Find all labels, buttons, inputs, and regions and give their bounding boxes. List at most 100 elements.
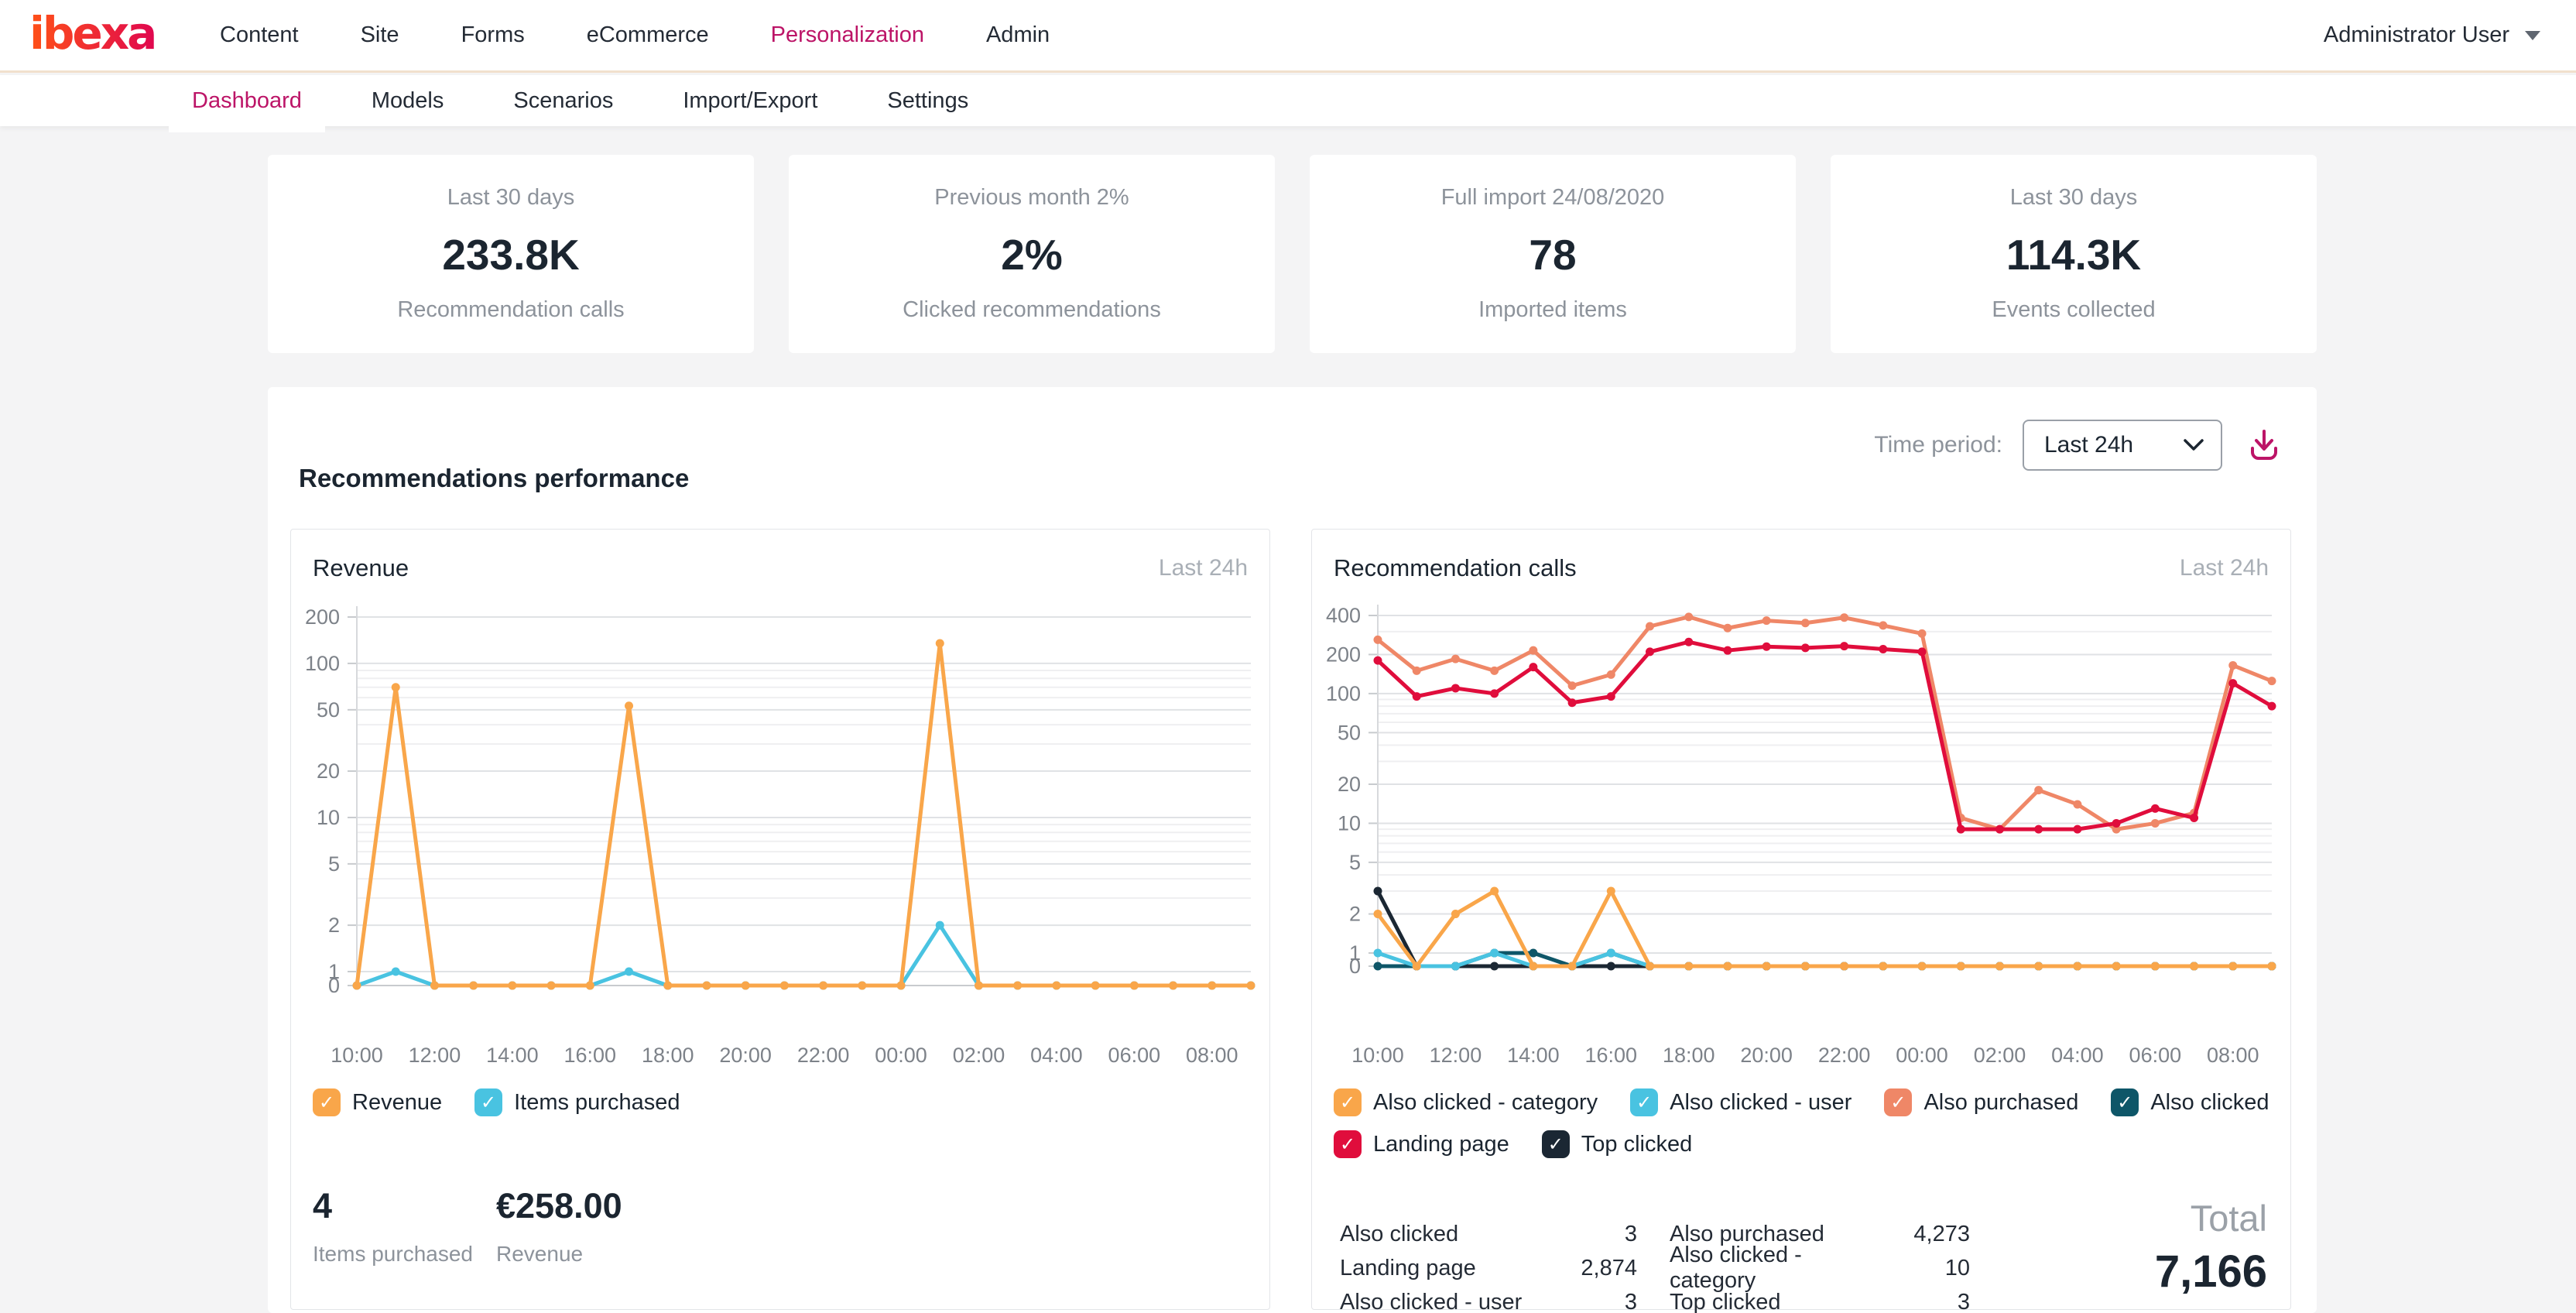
svg-text:10:00: 10:00	[1351, 1044, 1404, 1067]
revenue-total: €258.00 Revenue	[496, 1186, 634, 1267]
svg-text:50: 50	[1338, 721, 1361, 744]
svg-text:06:00: 06:00	[2129, 1044, 2182, 1067]
table-row: Also clicked - user 3 Top clicked 3	[1340, 1285, 1970, 1313]
stat-value: 78	[1529, 230, 1576, 279]
legend-checkbox-icon[interactable]: ✓	[1542, 1130, 1570, 1158]
svg-text:12:00: 12:00	[1430, 1044, 1482, 1067]
total-block: Total 7,166	[2155, 1197, 2267, 1298]
svg-text:1: 1	[1349, 941, 1361, 965]
legend-item[interactable]: ✓ Also clicked - user	[1630, 1088, 1852, 1116]
recommendation-calls-summary-table: Also clicked 3 Also purchased 4,273 Land…	[1340, 1217, 1970, 1313]
revenue-chart-legend: ✓ Revenue ✓Items purchased	[313, 1088, 680, 1116]
tab-models[interactable]: Models	[372, 88, 444, 114]
svg-text:ibexa: ibexa	[29, 12, 155, 60]
svg-text:12:00: 12:00	[409, 1044, 461, 1067]
legend-item[interactable]: ✓Items purchased	[474, 1088, 680, 1116]
user-menu[interactable]: Administrator User	[2324, 22, 2540, 48]
tab-import-export[interactable]: Import/Export	[683, 88, 817, 114]
stat-card-clicked-recommendations: Previous month 2% 2% Clicked recommendat…	[789, 155, 1275, 353]
tab-settings[interactable]: Settings	[887, 88, 968, 114]
download-report-button[interactable]	[2242, 423, 2286, 467]
stat-cards-row: Last 30 days 233.8K Recommendation calls…	[268, 155, 2317, 353]
svg-text:2: 2	[1349, 903, 1361, 926]
legend-label: Also clicked	[2150, 1090, 2269, 1116]
legend-label: Also purchased	[1923, 1090, 2078, 1116]
stat-value: 233.8K	[442, 230, 579, 279]
legend-checkbox-icon[interactable]: ✓	[2111, 1088, 2139, 1116]
revenue-line-chart: 012510205010020010:0012:0014:0016:0018:0…	[291, 595, 1271, 1090]
svg-text:2: 2	[328, 914, 340, 937]
chart-title: Revenue	[313, 554, 409, 582]
nav-item-forms[interactable]: Forms	[461, 22, 525, 48]
chevron-down-icon	[2525, 31, 2540, 40]
legend-item[interactable]: ✓ Also clicked	[2111, 1088, 2269, 1116]
chart-period: Last 24h	[2180, 555, 2269, 581]
legend-checkbox-icon[interactable]: ✓	[1630, 1088, 1658, 1116]
stat-label: Events collected	[1992, 297, 2155, 323]
legend-item[interactable]: ✓ Revenue	[313, 1088, 442, 1116]
legend-checkbox-icon[interactable]: ✓	[1884, 1088, 1912, 1116]
revenue-chart-card: Revenue Last 24h 012510205010020010:0012…	[290, 529, 1270, 1310]
items-purchased-total: 4 Items purchased	[313, 1186, 473, 1267]
nav-item-personalization[interactable]: Personalization	[771, 22, 924, 48]
legend-checkbox-icon[interactable]: ✓	[1334, 1088, 1362, 1116]
time-period-select[interactable]: Last 24h	[2023, 420, 2222, 471]
svg-text:22:00: 22:00	[1818, 1044, 1871, 1067]
recommendation-calls-chart-card: Recommendation calls Last 24h 0125102050…	[1311, 529, 2291, 1310]
summary-value: 3	[1543, 1290, 1637, 1313]
svg-text:16:00: 16:00	[1585, 1044, 1638, 1067]
svg-text:02:00: 02:00	[953, 1044, 1005, 1067]
svg-text:04:00: 04:00	[2051, 1044, 2104, 1067]
legend-checkbox-icon[interactable]: ✓	[313, 1088, 341, 1116]
svg-text:16:00: 16:00	[564, 1044, 617, 1067]
svg-text:400: 400	[1326, 604, 1361, 627]
time-period-label: Time period:	[1874, 432, 2002, 458]
tab-scenarios[interactable]: Scenarios	[513, 88, 613, 114]
nav-item-admin[interactable]: Admin	[986, 22, 1050, 48]
recommendation-calls-line-chart: 012510205010020040010:0012:0014:0016:001…	[1312, 595, 2292, 1090]
download-icon	[2243, 424, 2285, 466]
chart-period: Last 24h	[1159, 555, 1248, 581]
svg-text:20:00: 20:00	[719, 1044, 772, 1067]
svg-text:20: 20	[317, 759, 340, 783]
stat-period: Previous month 2%	[934, 185, 1129, 211]
summary-value: 10	[1893, 1256, 1970, 1281]
legend-item[interactable]: ✓ Top clicked	[1542, 1130, 1692, 1158]
legend-label: Revenue	[352, 1090, 442, 1116]
ibexa-logo[interactable]: ibexa	[29, 12, 169, 60]
items-purchased-value: 4	[313, 1186, 473, 1226]
legend-item[interactable]: ✓ Landing page	[1334, 1130, 1509, 1158]
stat-label: Imported items	[1478, 297, 1627, 323]
legend-checkbox-icon[interactable]: ✓	[474, 1088, 502, 1116]
stat-card-recommendation-calls: Last 30 days 233.8K Recommendation calls	[268, 155, 754, 353]
legend-label: Top clicked	[1581, 1132, 1692, 1157]
stat-label: Recommendation calls	[397, 297, 624, 323]
summary-value: 3	[1893, 1290, 1970, 1313]
svg-text:200: 200	[1326, 643, 1361, 666]
legend-label: Landing page	[1373, 1132, 1509, 1157]
legend-checkbox-icon[interactable]: ✓	[1334, 1130, 1362, 1158]
svg-text:08:00: 08:00	[1186, 1044, 1238, 1067]
legend-label: Also clicked - user	[1670, 1090, 1852, 1116]
legend-item[interactable]: ✓Also clicked - category	[1334, 1088, 1598, 1116]
svg-text:04:00: 04:00	[1030, 1044, 1083, 1067]
nav-item-ecommerce[interactable]: eCommerce	[587, 22, 709, 48]
stat-period: Last 30 days	[447, 185, 574, 211]
svg-text:10:00: 10:00	[331, 1044, 383, 1067]
svg-text:14:00: 14:00	[486, 1044, 539, 1067]
period-controls: Time period: Last 24h	[1874, 420, 2286, 471]
summary-value: 2,874	[1543, 1256, 1637, 1281]
nav-item-site[interactable]: Site	[361, 22, 399, 48]
tab-dashboard[interactable]: Dashboard	[192, 88, 302, 114]
recommendations-performance-panel: Recommendations performance Time period:…	[268, 387, 2317, 1313]
nav-item-content[interactable]: Content	[220, 22, 299, 48]
svg-text:00:00: 00:00	[875, 1044, 927, 1067]
stat-card-events-collected: Last 30 days 114.3K Events collected	[1831, 155, 2317, 353]
chart-title: Recommendation calls	[1334, 554, 1577, 582]
svg-text:14:00: 14:00	[1507, 1044, 1560, 1067]
time-period-value: Last 24h	[2044, 432, 2133, 458]
items-purchased-label: Items purchased	[313, 1242, 473, 1267]
revenue-value: €258.00	[496, 1186, 634, 1226]
summary-value: 4,273	[1893, 1222, 1970, 1247]
legend-item[interactable]: ✓ Also purchased	[1884, 1088, 2078, 1116]
